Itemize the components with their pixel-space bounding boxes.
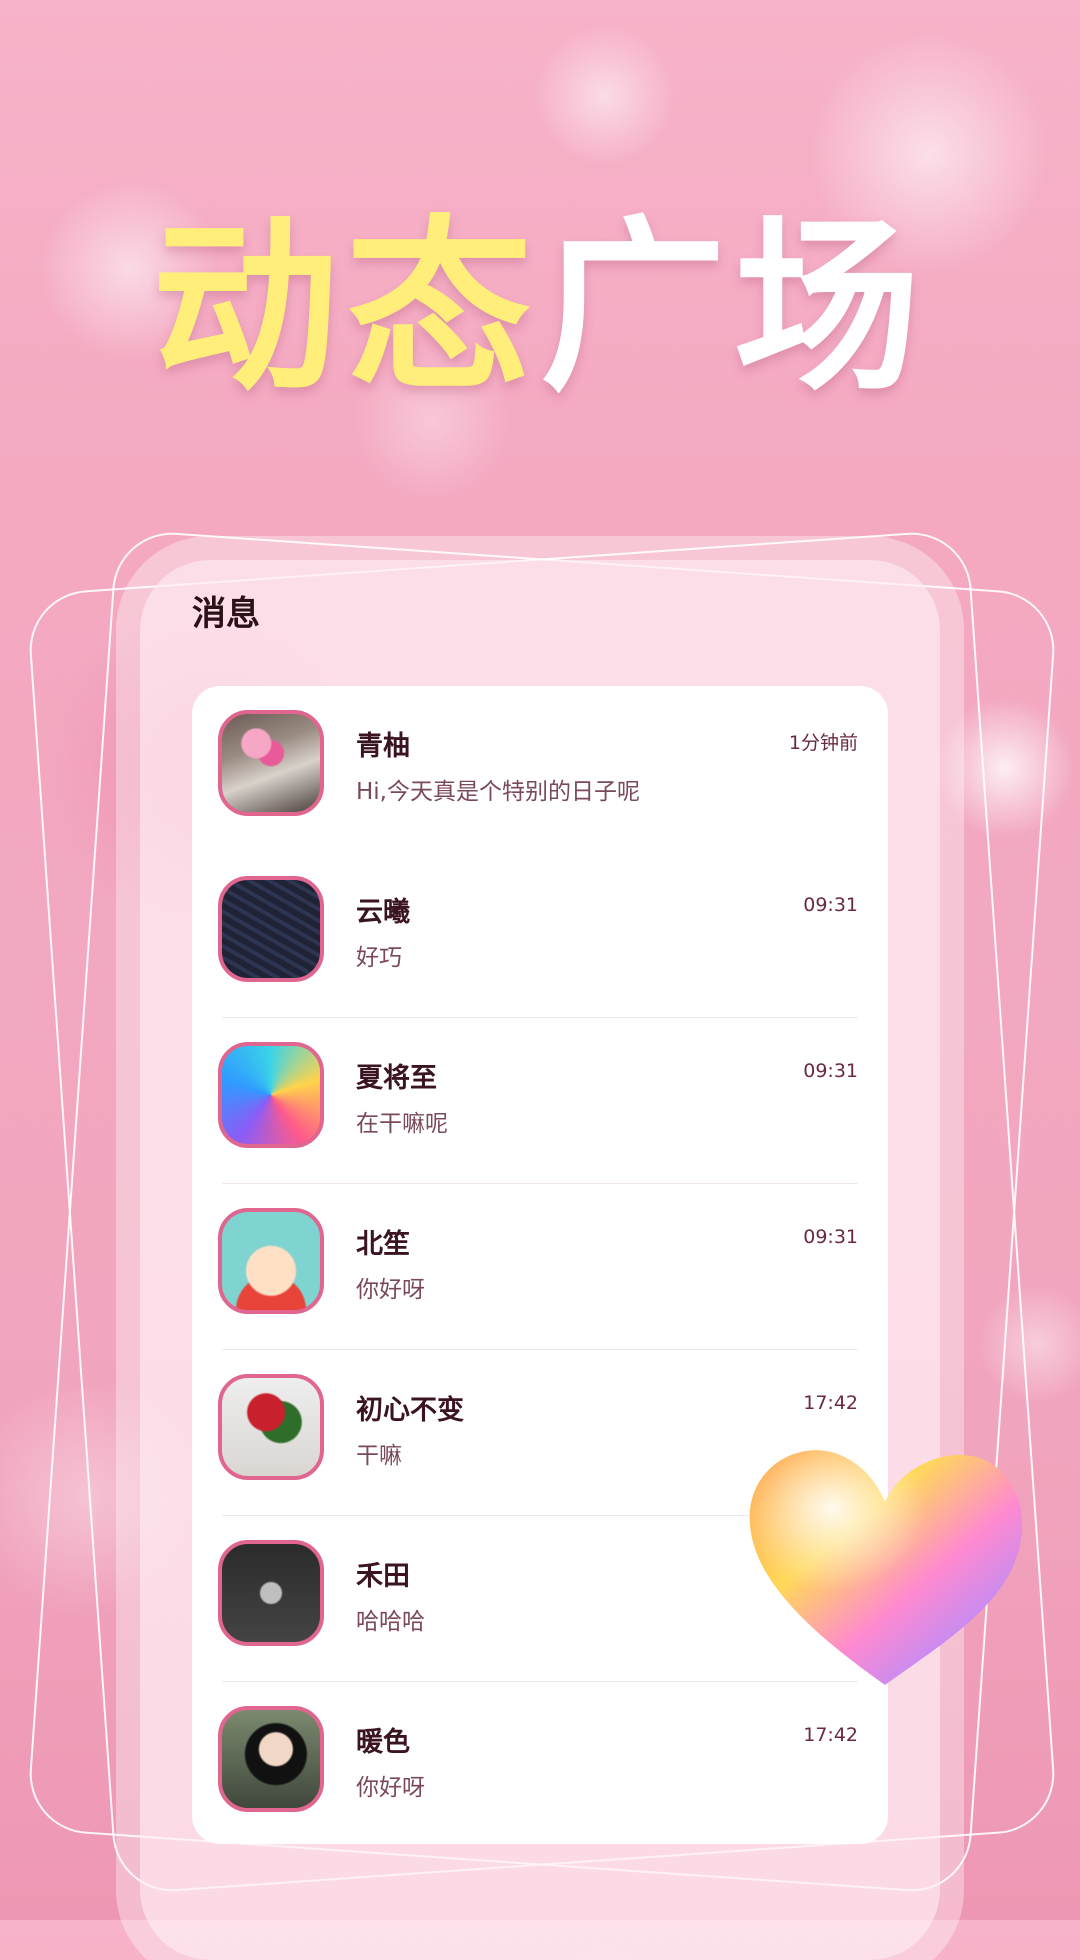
message-preview: 在干嘛呢: [356, 1111, 448, 1137]
timestamp: 17:42: [803, 1392, 858, 1414]
message-preview: 哈哈哈: [356, 1609, 425, 1635]
avatar[interactable]: [218, 876, 324, 982]
message-preview: 好巧: [356, 945, 402, 971]
conversation-row[interactable]: 暖色 你好呀 17:42: [192, 1682, 888, 1844]
timestamp: 09:31: [803, 894, 858, 916]
contact-name: 暖色: [356, 1727, 410, 1758]
contact-name: 北笙: [356, 1229, 410, 1260]
contact-name: 青柚: [356, 731, 410, 762]
message-preview: 你好呀: [356, 1277, 425, 1303]
timestamp: 09:31: [803, 1060, 858, 1082]
avatar[interactable]: [218, 1706, 324, 1812]
avatar[interactable]: [218, 1208, 324, 1314]
avatar[interactable]: [218, 1042, 324, 1148]
avatar[interactable]: [218, 1374, 324, 1480]
contact-name: 云曦: [356, 897, 410, 928]
conversation-row[interactable]: 云曦 好巧 09:31: [192, 852, 888, 1018]
avatar[interactable]: [218, 710, 324, 816]
hero-title: 动态广场: [0, 208, 1080, 408]
contact-name: 初心不变: [356, 1395, 464, 1426]
timestamp: 09:31: [803, 1226, 858, 1248]
contact-name: 禾田: [356, 1561, 410, 1592]
screen-title: 消息: [192, 594, 260, 634]
conversation-row[interactable]: 夏将至 在干嘛呢 09:31: [192, 1018, 888, 1184]
conversation-row[interactable]: 青柚 Hi,今天真是个特别的日子呢 1分钟前: [192, 686, 888, 852]
message-preview: 干嘛: [356, 1443, 402, 1469]
contact-name: 夏将至: [356, 1063, 437, 1094]
timestamp: 1分钟前: [788, 732, 858, 754]
hero-title-part2: 广场: [540, 199, 929, 416]
message-preview: 你好呀: [356, 1775, 425, 1801]
message-preview: Hi,今天真是个特别的日子呢: [356, 779, 640, 805]
timestamp: 17:42: [803, 1724, 858, 1746]
avatar[interactable]: [218, 1540, 324, 1646]
heart-icon: [749, 1450, 1023, 1685]
hero-title-part1: 动态: [151, 199, 540, 416]
conversation-row[interactable]: 北笙 你好呀 09:31: [192, 1184, 888, 1350]
